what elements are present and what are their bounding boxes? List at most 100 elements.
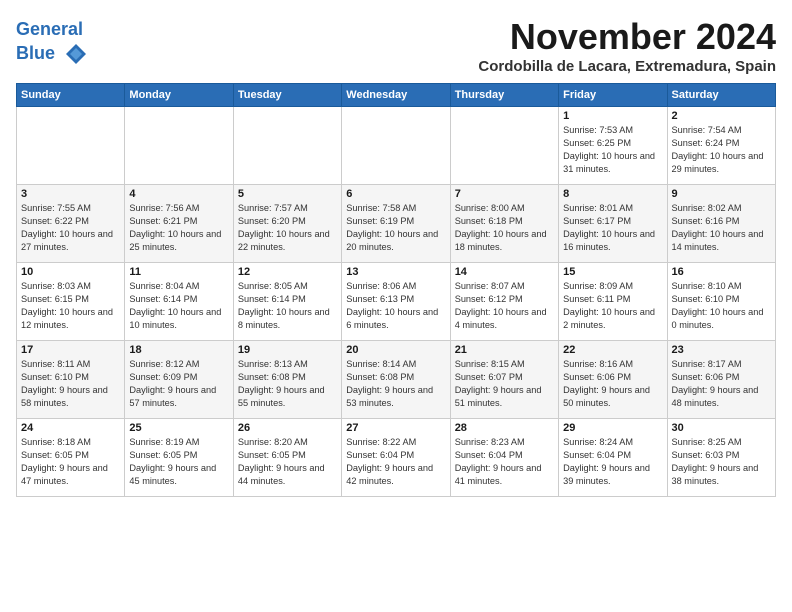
calendar-cell: 5Sunrise: 7:57 AMSunset: 6:20 PMDaylight… — [233, 185, 341, 263]
calendar-cell: 23Sunrise: 8:17 AMSunset: 6:06 PMDayligh… — [667, 341, 775, 419]
calendar-cell: 4 Sunrise: 7:56 AMSunset: 6:21 PMDaylight… — [125, 185, 233, 263]
day-number: 28 — [455, 422, 554, 434]
header-cell-wednesday: Wednesday — [342, 84, 450, 107]
day-info: Sunrise: 8:10 AMSunset: 6:10 PMDaylight:… — [672, 280, 771, 332]
day-info: Sunrise: 8:04 AMSunset: 6:14 PMDaylight:… — [129, 280, 228, 332]
calendar-cell: 7 Sunrise: 8:00 AMSunset: 6:18 PMDaylight… — [450, 185, 558, 263]
day-info: Sunrise: 8:16 AMSunset: 6:06 PMDaylight:… — [563, 358, 662, 410]
calendar-cell: 30Sunrise: 8:25 AMSunset: 6:03 PMDayligh… — [667, 419, 775, 497]
day-info: Sunrise: 8:03 AMSunset: 6:15 PMDaylight:… — [21, 280, 120, 332]
day-number: 8 — [563, 188, 662, 200]
week-row-2: 3Sunrise: 7:55 AMSunset: 6:22 PMDaylight… — [17, 185, 776, 263]
calendar-body: 1 Sunrise: 7:53 AMSunset: 6:25 PMDaylight… — [17, 107, 776, 497]
calendar-cell: 27 Sunrise: 8:22 AMSunset: 6:04 PMDayligh… — [342, 419, 450, 497]
calendar-cell: 24Sunrise: 8:18 AMSunset: 6:05 PMDayligh… — [17, 419, 125, 497]
day-number: 20 — [346, 344, 445, 356]
day-info: Sunrise: 7:58 AMSunset: 6:19 PMDaylight:… — [346, 202, 445, 254]
day-info: Sunrise: 8:05 AMSunset: 6:14 PMDaylight:… — [238, 280, 337, 332]
day-number: 7 — [455, 188, 554, 200]
location-subtitle: Cordobilla de Lacara, Extremadura, Spain — [478, 58, 776, 75]
day-number: 14 — [455, 266, 554, 278]
day-info: Sunrise: 8:14 AMSunset: 6:08 PMDaylight:… — [346, 358, 445, 410]
day-info: Sunrise: 8:15 AMSunset: 6:07 PMDaylight:… — [455, 358, 554, 410]
day-info: Sunrise: 7:55 AMSunset: 6:22 PMDaylight:… — [21, 202, 120, 254]
day-number: 29 — [563, 422, 662, 434]
day-info: Sunrise: 8:20 AMSunset: 6:05 PMDaylight:… — [238, 436, 337, 488]
calendar-cell: 18Sunrise: 8:12 AMSunset: 6:09 PMDayligh… — [125, 341, 233, 419]
day-number: 25 — [129, 422, 228, 434]
day-info: Sunrise: 7:54 AMSunset: 6:24 PMDaylight:… — [672, 124, 771, 176]
header-cell-thursday: Thursday — [450, 84, 558, 107]
calendar-cell: 6 Sunrise: 7:58 AMSunset: 6:19 PMDaylight… — [342, 185, 450, 263]
month-title: November 2024 — [478, 16, 776, 58]
calendar-cell: 8 Sunrise: 8:01 AMSunset: 6:17 PMDaylight… — [559, 185, 667, 263]
week-row-4: 17 Sunrise: 8:11 AMSunset: 6:10 PMDayligh… — [17, 341, 776, 419]
calendar-cell — [342, 107, 450, 185]
day-number: 5 — [238, 188, 337, 200]
day-info: Sunrise: 8:11 AMSunset: 6:10 PMDaylight:… — [21, 358, 120, 410]
day-info: Sunrise: 8:23 AMSunset: 6:04 PMDaylight:… — [455, 436, 554, 488]
calendar-cell: 21 Sunrise: 8:15 AMSunset: 6:07 PMDayligh… — [450, 341, 558, 419]
calendar-cell: 29 Sunrise: 8:24 AMSunset: 6:04 PMDayligh… — [559, 419, 667, 497]
day-number: 18 — [129, 344, 228, 356]
calendar-cell — [233, 107, 341, 185]
logo: General Blue — [16, 20, 90, 68]
day-number: 19 — [238, 344, 337, 356]
day-info: Sunrise: 8:13 AMSunset: 6:08 PMDaylight:… — [238, 358, 337, 410]
calendar-cell: 16 Sunrise: 8:10 AMSunset: 6:10 PMDayligh… — [667, 263, 775, 341]
day-info: Sunrise: 8:06 AMSunset: 6:13 PMDaylight:… — [346, 280, 445, 332]
calendar-cell: 11 Sunrise: 8:04 AMSunset: 6:14 PMDayligh… — [125, 263, 233, 341]
day-number: 10 — [21, 266, 120, 278]
calendar-cell: 19 Sunrise: 8:13 AMSunset: 6:08 PMDayligh… — [233, 341, 341, 419]
week-row-1: 1 Sunrise: 7:53 AMSunset: 6:25 PMDaylight… — [17, 107, 776, 185]
day-number: 26 — [238, 422, 337, 434]
calendar-cell — [17, 107, 125, 185]
day-number: 1 — [563, 110, 662, 122]
day-info: Sunrise: 8:00 AMSunset: 6:18 PMDaylight:… — [455, 202, 554, 254]
day-info: Sunrise: 8:02 AMSunset: 6:16 PMDaylight:… — [672, 202, 771, 254]
logo-line2: Blue — [16, 40, 90, 68]
header-row: SundayMondayTuesdayWednesdayThursdayFrid… — [17, 84, 776, 107]
calendar-cell: 10 Sunrise: 8:03 AMSunset: 6:15 PMDayligh… — [17, 263, 125, 341]
day-number: 15 — [563, 266, 662, 278]
calendar-cell — [125, 107, 233, 185]
calendar-cell: 28 Sunrise: 8:23 AMSunset: 6:04 PMDayligh… — [450, 419, 558, 497]
day-number: 4 — [129, 188, 228, 200]
day-number: 6 — [346, 188, 445, 200]
week-row-3: 10 Sunrise: 8:03 AMSunset: 6:15 PMDayligh… — [17, 263, 776, 341]
calendar-cell — [450, 107, 558, 185]
calendar-cell: 25 Sunrise: 8:19 AMSunset: 6:05 PMDayligh… — [125, 419, 233, 497]
header-cell-monday: Monday — [125, 84, 233, 107]
day-info: Sunrise: 8:07 AMSunset: 6:12 PMDaylight:… — [455, 280, 554, 332]
day-info: Sunrise: 8:01 AMSunset: 6:17 PMDaylight:… — [563, 202, 662, 254]
calendar-cell: 26 Sunrise: 8:20 AMSunset: 6:05 PMDayligh… — [233, 419, 341, 497]
header: General Blue November 2024 Cordobilla de… — [16, 16, 776, 75]
day-info: Sunrise: 8:09 AMSunset: 6:11 PMDaylight:… — [563, 280, 662, 332]
header-cell-friday: Friday — [559, 84, 667, 107]
day-number: 13 — [346, 266, 445, 278]
day-number: 24 — [21, 422, 120, 434]
day-number: 16 — [672, 266, 771, 278]
day-info: Sunrise: 7:56 AMSunset: 6:21 PMDaylight:… — [129, 202, 228, 254]
title-area: November 2024 Cordobilla de Lacara, Extr… — [478, 16, 776, 75]
day-number: 30 — [672, 422, 771, 434]
calendar-cell: 2 Sunrise: 7:54 AMSunset: 6:24 PMDaylight… — [667, 107, 775, 185]
day-number: 27 — [346, 422, 445, 434]
calendar-cell: 14 Sunrise: 8:07 AMSunset: 6:12 PMDayligh… — [450, 263, 558, 341]
calendar-cell: 17 Sunrise: 8:11 AMSunset: 6:10 PMDayligh… — [17, 341, 125, 419]
day-number: 17 — [21, 344, 120, 356]
week-row-5: 24Sunrise: 8:18 AMSunset: 6:05 PMDayligh… — [17, 419, 776, 497]
logo-line1: General — [16, 20, 90, 40]
day-number: 22 — [563, 344, 662, 356]
calendar-cell: 15 Sunrise: 8:09 AMSunset: 6:11 PMDayligh… — [559, 263, 667, 341]
calendar-header: SundayMondayTuesdayWednesdayThursdayFrid… — [17, 84, 776, 107]
calendar-cell: 3Sunrise: 7:55 AMSunset: 6:22 PMDaylight… — [17, 185, 125, 263]
calendar-cell: 20 Sunrise: 8:14 AMSunset: 6:08 PMDayligh… — [342, 341, 450, 419]
day-number: 21 — [455, 344, 554, 356]
day-number: 11 — [129, 266, 228, 278]
day-number: 2 — [672, 110, 771, 122]
day-info: Sunrise: 8:19 AMSunset: 6:05 PMDaylight:… — [129, 436, 228, 488]
day-info: Sunrise: 8:24 AMSunset: 6:04 PMDaylight:… — [563, 436, 662, 488]
day-info: Sunrise: 8:22 AMSunset: 6:04 PMDaylight:… — [346, 436, 445, 488]
day-info: Sunrise: 7:53 AMSunset: 6:25 PMDaylight:… — [563, 124, 662, 176]
